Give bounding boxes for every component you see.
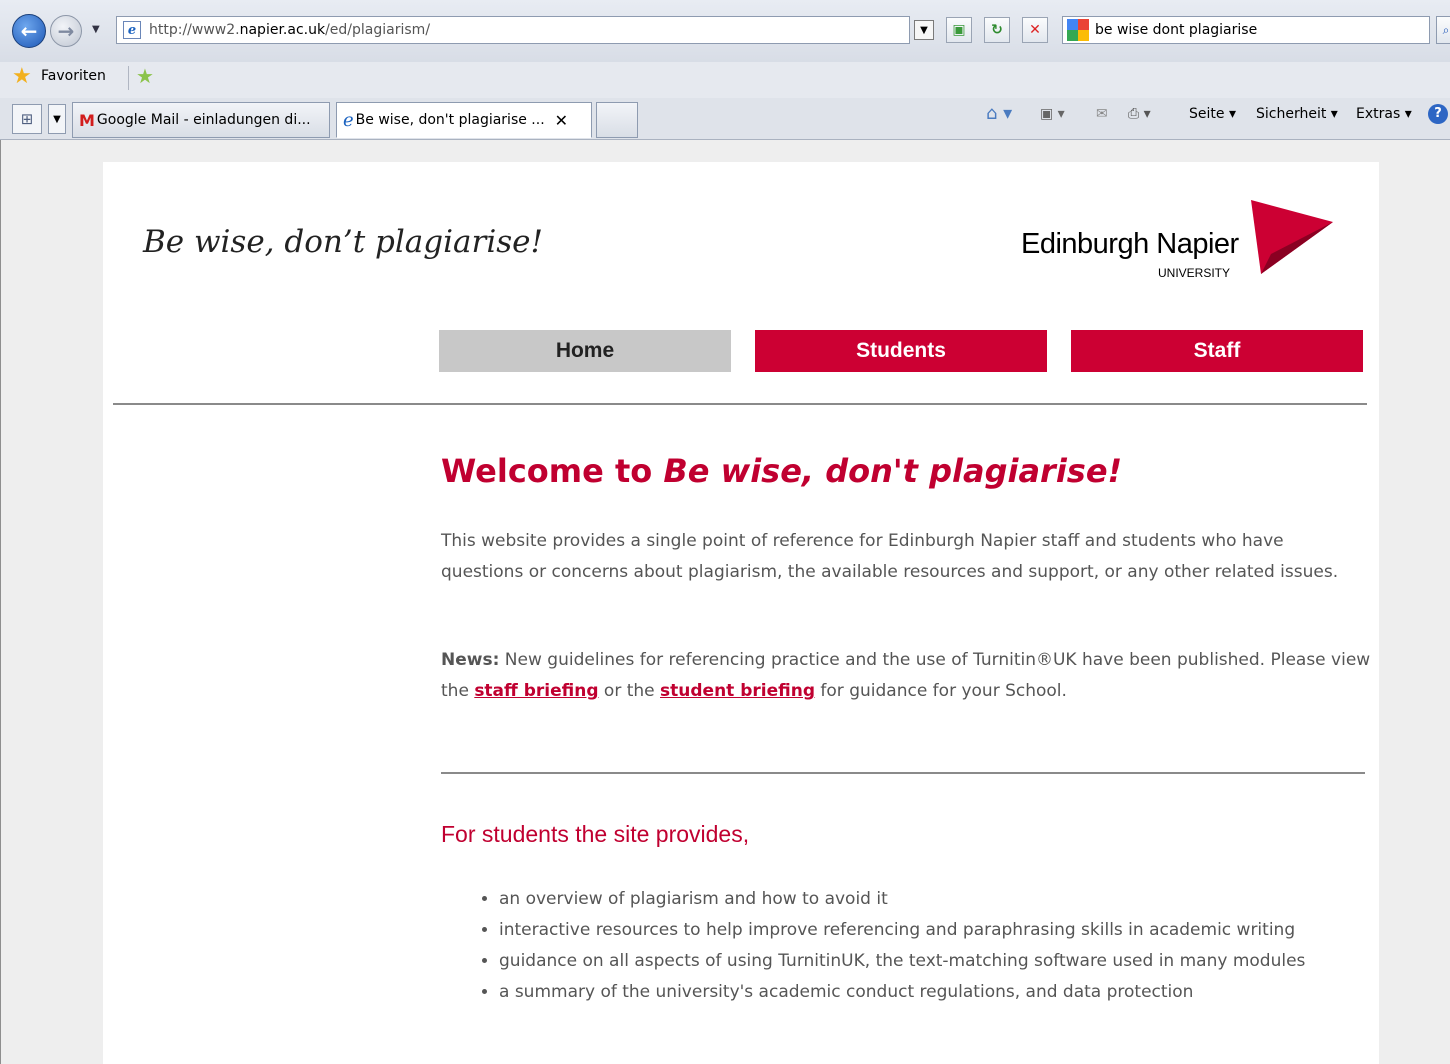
welcome-emphasis: Be wise, don't plagiarise! — [663, 452, 1123, 490]
print-icon[interactable]: ⎙ ▾ — [1128, 106, 1151, 122]
tab-label: Be wise, don't plagiarise ... — [355, 112, 545, 128]
staff-briefing-link[interactable]: staff briefing — [474, 681, 598, 701]
welcome-prefix: Welcome to — [441, 452, 664, 490]
tab-be-wise[interactable]: ℯ Be wise, don't plagiarise ... ✕ — [336, 102, 592, 138]
search-field[interactable]: be wise dont plagiarise — [1062, 16, 1430, 44]
list-item: an overview of plagiarism and how to avo… — [499, 884, 1349, 915]
logo-subtitle: UNIVERSITY — [1158, 266, 1231, 280]
nav-staff[interactable]: Staff — [1071, 330, 1363, 372]
history-dropdown-icon[interactable]: ▼ — [92, 24, 100, 35]
nav-students[interactable]: Students — [755, 330, 1047, 372]
news-label: News: — [441, 650, 500, 670]
tab-list-dropdown-icon[interactable]: ▼ — [48, 104, 66, 134]
ie-page-icon: e — [123, 21, 141, 39]
student-briefing-link[interactable]: student briefing — [660, 681, 815, 701]
list-item: interactive resources to help improve re… — [499, 915, 1349, 946]
search-query: be wise dont plagiarise — [1095, 22, 1258, 38]
students-heading: For students the site provides, — [441, 821, 750, 847]
gmail-icon: M — [79, 110, 95, 130]
address-bar[interactable]: e http://www2. napier.ac.uk/ed/plagiarism… — [116, 16, 910, 44]
tab-label: Google Mail - einladungen di... — [96, 112, 311, 128]
news-text: or the — [598, 681, 661, 701]
student-resources-list: an overview of plagiarism and how to avo… — [499, 884, 1349, 1008]
google-icon — [1067, 19, 1089, 41]
site-title: Be wise, don’t plagiarise! — [143, 224, 543, 260]
address-dropdown-icon[interactable]: ▼ — [914, 20, 934, 40]
favorites-button[interactable]: Favoriten — [41, 68, 106, 84]
tools-menu[interactable]: Extras ▾ — [1356, 106, 1412, 122]
page-container: Be wise, don’t plagiarise! Edinburgh Nap… — [103, 162, 1379, 1064]
new-tab-button[interactable] — [596, 102, 638, 138]
edinburgh-napier-logo[interactable]: Edinburgh Napier UNIVERSITY — [1021, 200, 1341, 290]
browser-chrome: ← → ▼ e http://www2. napier.ac.uk/ed/plag… — [0, 0, 1450, 140]
content-divider — [441, 772, 1365, 774]
intro-paragraph: This website provides a single point of … — [441, 531, 1339, 582]
forward-button[interactable]: → — [50, 15, 82, 47]
home-icon[interactable]: ⌂ ▾ — [986, 103, 1012, 124]
refresh-icon[interactable]: ↻ — [984, 17, 1010, 43]
safety-menu[interactable]: Sicherheit ▾ — [1256, 106, 1338, 122]
read-mail-icon[interactable]: ✉ — [1096, 106, 1108, 122]
list-item: a summary of the university's academic c… — [499, 977, 1349, 1008]
favorites-bar — [0, 62, 1450, 98]
favorites-divider — [128, 66, 129, 90]
compatibility-view-icon[interactable]: ▣ — [946, 17, 972, 43]
logo-name: Edinburgh Napier — [1021, 228, 1239, 260]
quick-tabs-icon[interactable]: ⊞ — [12, 104, 42, 134]
welcome-heading: Welcome to Be wise, don't plagiarise! — [441, 452, 1122, 490]
feeds-icon[interactable]: ▣ ▾ — [1040, 106, 1065, 122]
news-paragraph: News: New guidelines for referencing pra… — [441, 645, 1371, 707]
help-icon[interactable]: ? — [1428, 104, 1448, 124]
page-menu[interactable]: Seite ▾ — [1189, 106, 1236, 122]
page-viewport: Be wise, don’t plagiarise! Edinburgh Nap… — [0, 140, 1450, 1064]
address-host: napier.ac.uk — [239, 22, 326, 38]
tab-google-mail[interactable]: M Google Mail - einladungen di... — [72, 102, 330, 138]
add-to-favorites-bar-icon[interactable]: ★ — [136, 64, 154, 88]
favorites-star-icon[interactable]: ★ — [12, 64, 32, 89]
list-item: guidance on all aspects of using Turniti… — [499, 946, 1349, 977]
header-divider — [113, 403, 1367, 405]
back-button[interactable]: ← — [12, 14, 46, 48]
search-go-icon[interactable]: ⌕ — [1436, 16, 1450, 44]
address-prefix: http://www2. — [149, 22, 240, 38]
nav-home[interactable]: Home — [439, 330, 731, 372]
close-tab-icon[interactable]: ✕ — [555, 111, 568, 130]
address-path: /ed/plagiarism/ — [325, 22, 431, 38]
stop-icon[interactable]: ✕ — [1022, 17, 1048, 43]
ie-tab-icon: ℯ — [343, 109, 354, 131]
news-text: for guidance for your School. — [815, 681, 1067, 701]
